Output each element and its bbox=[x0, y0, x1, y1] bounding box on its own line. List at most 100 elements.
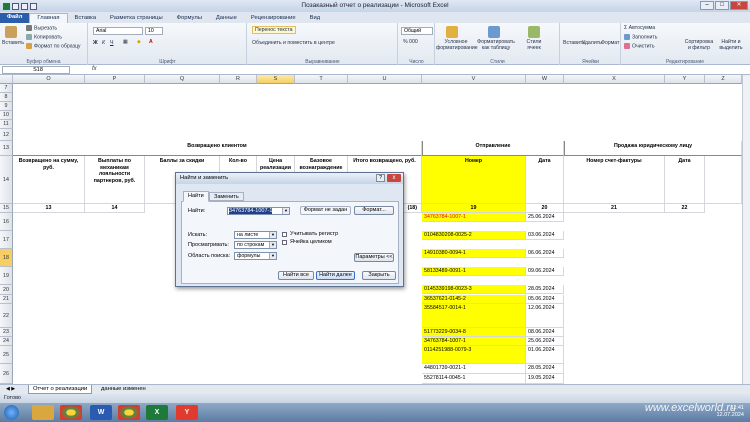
autosum-button[interactable]: Σ Автосумма bbox=[624, 25, 655, 31]
shipment-number-cell[interactable]: 34763784-1007-1 bbox=[422, 213, 526, 222]
help-button[interactable]: ? bbox=[376, 174, 385, 182]
column-header[interactable]: X bbox=[564, 75, 665, 84]
shipment-number-cell[interactable]: 14910380-0094-1 bbox=[422, 249, 526, 258]
close-dialog-button[interactable]: Закрыть bbox=[362, 271, 396, 280]
sheet-nav-icon[interactable]: ◀ ▶ bbox=[2, 385, 19, 394]
shipment-date-cell[interactable]: 12.06.2024 bbox=[526, 304, 564, 328]
within-select[interactable]: на листе ▼ bbox=[234, 231, 277, 239]
column-header[interactable]: Q bbox=[145, 75, 220, 84]
column-header[interactable]: W bbox=[526, 75, 564, 84]
row-header[interactable]: 8 bbox=[0, 93, 13, 102]
find-input[interactable]: 34763784-1007-1 ▼ bbox=[227, 207, 290, 215]
fill-button[interactable]: Заполнить bbox=[624, 34, 657, 40]
delete-cells-button[interactable]: Удалить bbox=[582, 40, 602, 46]
column-number[interactable]: 14 bbox=[85, 204, 145, 213]
search-order-select[interactable]: по строкам ▼ bbox=[234, 241, 277, 249]
explorer-icon[interactable] bbox=[32, 405, 54, 420]
look-in-select[interactable]: формулы ▼ bbox=[234, 252, 277, 260]
header-shipment-date[interactable]: Дата bbox=[526, 156, 564, 204]
row-header[interactable]: 19 bbox=[0, 267, 13, 285]
tab-view[interactable]: Вид bbox=[303, 14, 328, 23]
cell-styles-button[interactable]: Стили ячеек bbox=[520, 39, 548, 51]
shipment-number-cell[interactable]: 0114251988-0079-3 bbox=[422, 346, 526, 364]
tab-find[interactable]: Найти bbox=[183, 191, 209, 202]
word-icon[interactable]: W bbox=[90, 405, 112, 420]
match-case-checkbox[interactable] bbox=[282, 232, 287, 237]
chevron-down-icon[interactable]: ▼ bbox=[269, 253, 276, 259]
entire-cell-checkbox[interactable] bbox=[282, 240, 287, 245]
tab-file[interactable]: Файл bbox=[0, 13, 30, 23]
chevron-down-icon[interactable]: ▼ bbox=[282, 208, 289, 214]
tab-replace[interactable]: Заменить bbox=[209, 192, 244, 201]
conditional-formatting-button[interactable]: Условное форматирование bbox=[436, 39, 478, 51]
column-number[interactable]: 21 bbox=[564, 204, 665, 213]
undo-icon[interactable] bbox=[21, 2, 28, 10]
name-box[interactable]: S18 bbox=[2, 66, 70, 74]
percent-icon[interactable]: % 000 bbox=[403, 39, 418, 45]
row-header[interactable]: 23 bbox=[0, 328, 13, 337]
shipment-date-cell[interactable]: 25.06.2024 bbox=[526, 213, 564, 222]
empty-header-cell[interactable] bbox=[705, 156, 742, 204]
row-header[interactable]: 21 bbox=[0, 295, 13, 304]
column-header[interactable]: P bbox=[85, 75, 145, 84]
row-header[interactable]: 7 bbox=[0, 84, 13, 93]
chrome-icon[interactable] bbox=[60, 405, 82, 420]
format-as-table-button[interactable]: Форматировать как таблицу bbox=[474, 39, 518, 51]
row-header[interactable]: 9 bbox=[0, 102, 13, 111]
shipment-number-cell[interactable]: 35584517-0014-1 bbox=[422, 304, 526, 328]
number-format-select[interactable]: Общий bbox=[401, 27, 433, 35]
shipment-number-cell[interactable]: 58133489-0091-1 bbox=[422, 267, 526, 276]
tab-insert[interactable]: Вставка bbox=[68, 14, 104, 23]
column-number[interactable]: 13 bbox=[13, 204, 85, 213]
header-invoice-date[interactable]: Дата bbox=[665, 156, 705, 204]
tab-page-layout[interactable]: Разметка страницы bbox=[103, 14, 170, 23]
header-returned-sum[interactable]: Возвращено на сумму, руб. bbox=[13, 156, 85, 204]
clear-button[interactable]: Очистить bbox=[624, 43, 655, 49]
shipment-date-cell[interactable]: 09.06.2024 bbox=[526, 267, 564, 276]
bold-button[interactable]: Ж bbox=[93, 40, 98, 46]
column-header[interactable]: U bbox=[348, 75, 422, 84]
column-header[interactable]: V bbox=[422, 75, 526, 84]
row-header[interactable]: 17 bbox=[0, 231, 13, 249]
fill-color-icon[interactable]: ◆ bbox=[137, 39, 141, 45]
chevron-down-icon[interactable]: ▼ bbox=[269, 242, 276, 248]
column-header[interactable]: R bbox=[220, 75, 257, 84]
select-all-corner[interactable] bbox=[0, 75, 13, 84]
group-header-sale[interactable]: Продажа юридическому лицу bbox=[564, 141, 742, 156]
copy-button[interactable]: Копировать bbox=[26, 34, 62, 40]
find-all-button[interactable]: Найти все bbox=[278, 271, 314, 280]
shipment-date-cell[interactable]: 06.06.2024 bbox=[526, 249, 564, 258]
group-header-shipment[interactable]: Отправление bbox=[422, 141, 564, 156]
shipment-date-cell[interactable]: 19.05.2024 bbox=[526, 374, 564, 384]
shipment-number-cell[interactable]: 34763784-1007-1 bbox=[422, 337, 526, 346]
redo-icon[interactable] bbox=[30, 2, 37, 10]
find-next-button[interactable]: Найти далее bbox=[316, 271, 355, 280]
cut-button[interactable]: Вырезать bbox=[26, 25, 57, 31]
column-number[interactable]: 22 bbox=[665, 204, 705, 213]
shipment-number-cell[interactable]: 0145339198-0023-3 bbox=[422, 285, 526, 294]
row-header-selected[interactable]: 18 bbox=[0, 249, 13, 267]
shipment-number-cell[interactable]: 36537621-0145-2 bbox=[422, 295, 526, 304]
font-color-icon[interactable]: A bbox=[149, 39, 153, 45]
tab-home[interactable]: Главная bbox=[29, 13, 68, 23]
row-header[interactable]: 24 bbox=[0, 337, 13, 346]
row-header[interactable]: 11 bbox=[0, 120, 13, 129]
row-header[interactable]: 22 bbox=[0, 304, 13, 328]
wrap-text-button[interactable]: Перенос текста bbox=[252, 26, 296, 34]
merge-center-button[interactable]: Объединить и поместить в центре bbox=[252, 40, 335, 46]
shipment-date-cell[interactable]: 03.06.2024 bbox=[526, 231, 564, 240]
format-button[interactable]: Формат... bbox=[354, 206, 394, 215]
options-button[interactable]: Параметры << bbox=[354, 253, 394, 262]
fx-icon[interactable]: fx bbox=[92, 66, 97, 72]
shipment-date-cell[interactable]: 28.05.2024 bbox=[526, 364, 564, 374]
column-header[interactable]: T bbox=[295, 75, 348, 84]
yandex-browser-icon[interactable]: Y bbox=[176, 405, 198, 420]
row-header[interactable]: 15 bbox=[0, 204, 13, 213]
header-invoice-number[interactable]: Номер счет-фактуры bbox=[564, 156, 665, 204]
column-header[interactable]: O bbox=[13, 75, 85, 84]
shipment-date-cell[interactable]: 01.06.2024 bbox=[526, 346, 564, 364]
dialog-close-button[interactable]: x bbox=[387, 174, 401, 182]
maximize-button[interactable]: □ bbox=[715, 1, 729, 10]
sheet-tab-report[interactable]: Отчет о реализации bbox=[28, 385, 93, 394]
shipment-number-cell[interactable]: 0104830208-0025-2 bbox=[422, 231, 526, 240]
